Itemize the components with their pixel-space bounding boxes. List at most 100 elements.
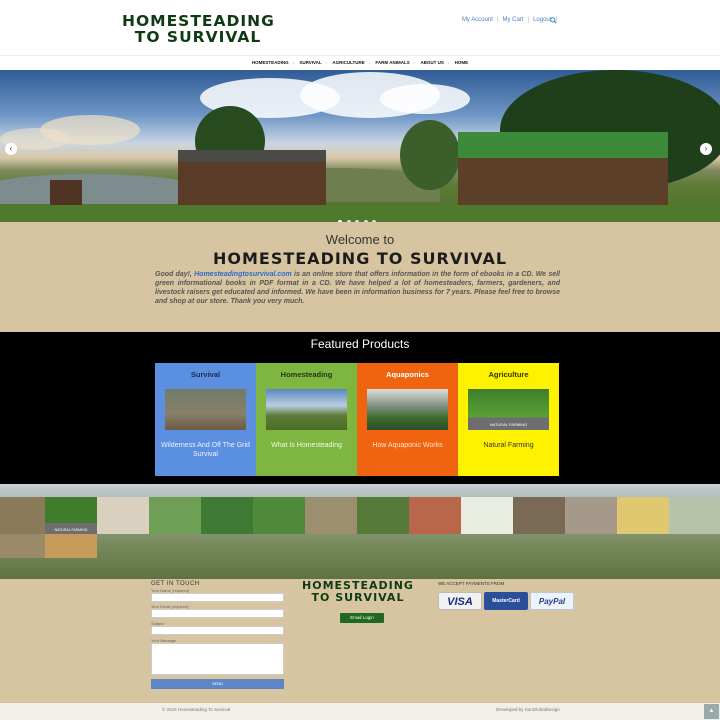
email-login-button[interactable]: Email Login — [340, 613, 384, 623]
account-links: My Account | My Cart | Logout | — [459, 17, 558, 23]
card-title: Homesteading — [280, 370, 333, 379]
back-to-top-button[interactable]: ▲ — [704, 704, 719, 719]
chevron-left-icon: ‹ — [9, 144, 13, 153]
collage-photo — [513, 497, 565, 534]
collage-photo — [409, 497, 461, 534]
developer-credit[interactable]: Developed by SunGlobalDesign — [496, 707, 560, 712]
collage-photo — [0, 534, 45, 558]
my-cart-link[interactable]: My Cart — [503, 17, 524, 23]
collage-photo — [617, 497, 669, 534]
copyright-text: © 2016 Homesteading To Survival — [162, 707, 231, 712]
card-desc: How Aquaponic Works — [372, 442, 443, 449]
mountains — [0, 174, 200, 204]
welcome-brand: HOMESTEADING TO SURVIVAL — [212, 249, 508, 268]
page: HOMESTEADING TO SURVIVAL My Account | My C… — [0, 0, 720, 720]
nav-item-about-us[interactable]: ABOUT US — [416, 56, 448, 70]
nav-item-survival[interactable]: SURVIVAL — [295, 56, 325, 70]
featured-products: Featured Products Survival Wilderness An… — [0, 332, 720, 484]
intro-start: Good day!, — [155, 271, 195, 278]
intro-text: Good day!, Homesteadingtosurvival.com is… — [155, 270, 560, 306]
collage-photo — [97, 497, 149, 534]
welcome-section: Welcome to HOMESTEADING TO SURVIVAL Good… — [0, 222, 720, 332]
separator: | — [496, 17, 499, 23]
card-image — [367, 389, 448, 430]
hero-slider: ‹ › — [0, 70, 720, 222]
nav-separator: • — [292, 60, 295, 65]
send-button[interactable]: SEND — [151, 679, 284, 689]
cabin-roof — [458, 132, 668, 158]
collage-photo — [45, 534, 97, 558]
collage-photo — [253, 497, 305, 534]
footer: GET IN TOUCH Your Name (required) Your E… — [0, 579, 720, 703]
logo-line-1: HOMESTEADING — [302, 579, 414, 592]
shed — [50, 180, 82, 208]
card-image — [266, 389, 347, 430]
arrow-up-icon: ▲ — [708, 708, 715, 714]
slider-dots — [338, 211, 381, 222]
nav-item-agriculture[interactable]: AGRICULTURE — [328, 56, 368, 70]
email-field[interactable] — [151, 609, 284, 618]
nav-item-homesteading[interactable]: HOMESTEADING — [248, 56, 293, 70]
my-account-link[interactable]: My Account — [462, 17, 493, 23]
tree — [400, 120, 460, 190]
slider-next-button[interactable]: › — [700, 143, 712, 155]
collage-photo — [201, 497, 253, 534]
visa-logo: VISA — [438, 592, 482, 610]
chevron-right-icon: › — [704, 144, 708, 153]
product-card-aquaponics[interactable]: Aquaponics How Aquaponic Works — [357, 363, 458, 476]
collage-caption: NATURAL FARMING — [54, 528, 88, 532]
contact-title: GET IN TOUCH — [151, 581, 200, 587]
collage-photo — [669, 497, 720, 534]
barn-roof — [178, 150, 326, 162]
welcome-title: Welcome to — [325, 232, 395, 247]
nav-separator: • — [325, 60, 328, 65]
product-card-agriculture[interactable]: Agriculture NATURAL FARMING Natural Farm… — [458, 363, 559, 476]
card-desc: What Is Homesteading — [271, 442, 342, 449]
main-nav: HOMESTEADING • SURVIVAL • AGRICULTURE • FAR… — [0, 55, 720, 70]
nav-separator: • — [413, 60, 416, 65]
card-desc: Wilderness And Off The Grid Survival — [161, 442, 250, 458]
nav-item-home[interactable]: HOME — [451, 56, 473, 70]
message-field[interactable] — [151, 643, 284, 675]
bottom-bar: © 2016 Homesteading To Survival Develope… — [0, 703, 720, 720]
collage-photo — [461, 497, 513, 534]
nav-separator: • — [368, 60, 371, 65]
slider-prev-button[interactable]: ‹ — [5, 143, 17, 155]
card-title: Aquaponics — [386, 370, 429, 379]
collage-photo — [149, 497, 201, 534]
footer-logo[interactable]: HOMESTEADING TO SURVIVAL — [296, 580, 420, 603]
collage-photo — [0, 497, 45, 534]
featured-title: Featured Products — [310, 337, 410, 351]
cabin — [458, 154, 668, 210]
card-title: Survival — [190, 370, 221, 379]
collage-photo — [305, 497, 357, 534]
header: HOMESTEADING TO SURVIVAL My Account | My C… — [0, 0, 720, 55]
search-icon[interactable] — [550, 17, 557, 24]
product-card-homesteading[interactable]: Homesteading What Is Homesteading — [256, 363, 357, 476]
logo-line-2: TO SURVIVAL — [134, 28, 262, 47]
name-field[interactable] — [151, 593, 284, 602]
subject-field[interactable] — [151, 626, 284, 635]
card-image — [165, 389, 246, 430]
logo-line-2: TO SURVIVAL — [311, 590, 405, 604]
card-image-caption: NATURAL FARMING — [489, 422, 528, 427]
separator: | — [527, 17, 530, 23]
photo-collage: NATURAL FARMING — [0, 484, 720, 579]
card-desc: Natural Farming — [483, 442, 534, 449]
payments-title: WE ACCEPT PAYMENTS FROM — [438, 581, 505, 586]
site-link[interactable]: Homesteadingtosurvival.com — [194, 271, 292, 278]
card-image: NATURAL FARMING — [468, 389, 549, 430]
site-logo[interactable]: HOMESTEADING TO SURVIVAL — [122, 13, 274, 46]
collage-photo — [357, 497, 409, 534]
nav-item-farm-animals[interactable]: FARM ANIMALS — [371, 56, 413, 70]
logo-line-1: HOMESTEADING — [122, 12, 275, 30]
paypal-logo: PayPal — [530, 592, 574, 610]
collage-photo: NATURAL FARMING — [45, 497, 97, 534]
mastercard-logo: MasterCard — [484, 592, 528, 610]
nav-separator: • — [447, 60, 450, 65]
logout-link[interactable]: Logout — [533, 17, 551, 23]
cloud — [380, 84, 470, 114]
product-card-survival[interactable]: Survival Wilderness And Off The Grid Sur… — [155, 363, 256, 476]
collage-photo — [565, 497, 617, 534]
card-title: Agriculture — [488, 370, 529, 379]
